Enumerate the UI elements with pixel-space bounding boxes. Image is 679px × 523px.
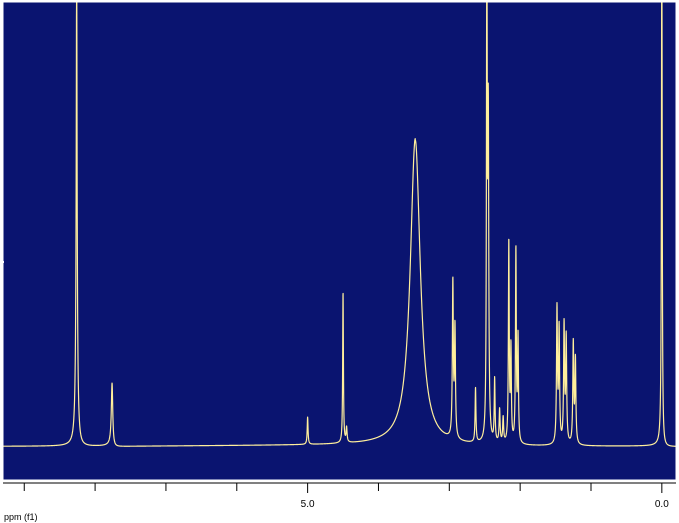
x-axis-title: ppm (f1)	[4, 512, 38, 522]
x-tick-label-1: 0.0	[655, 499, 669, 510]
nmr-spectrum-chart[interactable]: 5.0 0.0 ppm (f1)	[0, 0, 679, 523]
x-tick-label-0: 5.0	[301, 499, 315, 510]
nmr-spectrum-window: 5.0 0.0 ppm (f1)	[0, 0, 679, 523]
x-axis-area[interactable]	[0, 481, 679, 523]
plot-background	[3, 2, 676, 480]
